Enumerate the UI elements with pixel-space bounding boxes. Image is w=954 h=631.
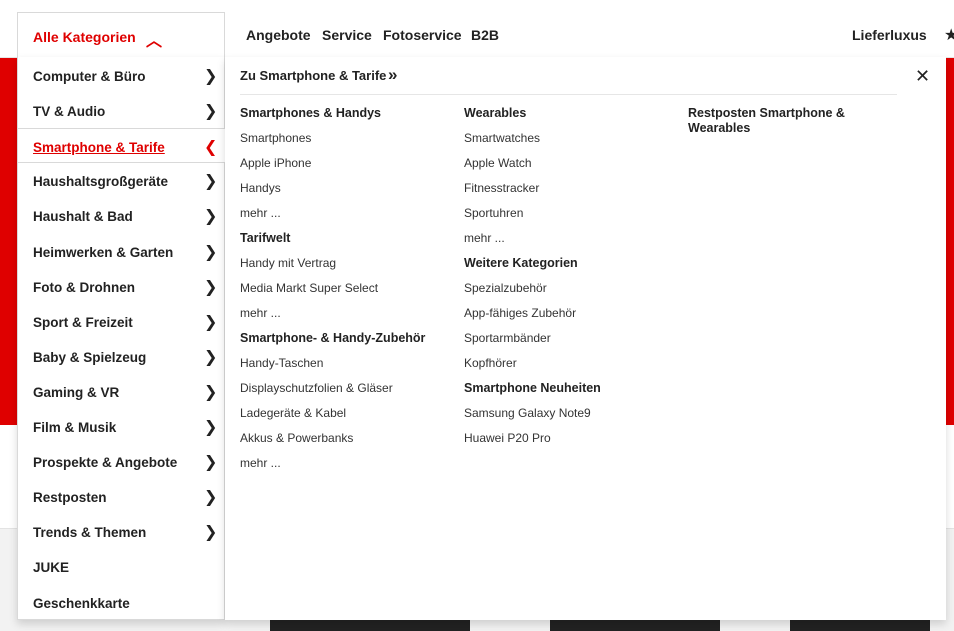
subcategory-link[interactable]: Smartwatches [464, 131, 679, 146]
category-group-title[interactable]: Smartphone- & Handy-Zubehör [240, 331, 455, 346]
subcategory-link[interactable]: Kopfhörer [464, 356, 679, 371]
nav-fotoservice[interactable]: Fotoservice [383, 27, 462, 43]
category-group-title[interactable]: Restposten Smartphone & Wearables [688, 106, 858, 136]
star-icon[interactable]: ★ [944, 25, 954, 45]
all-categories-button[interactable]: Alle Kategorien ︿ [17, 12, 225, 57]
more-link[interactable]: mehr ... [240, 206, 455, 221]
double-chevron-icon[interactable]: » [388, 65, 397, 85]
nav-service[interactable]: Service [322, 27, 372, 43]
sidebar-item-label: Heimwerken & Garten [33, 244, 174, 260]
sidebar-item-label: JUKE [33, 560, 70, 576]
sidebar-item-label: Trends & Themen [33, 525, 147, 541]
flyout-column: Wearables Smartwatches Apple Watch Fitnesst… [464, 106, 679, 456]
subcategory-link[interactable]: Sportarmbänder [464, 331, 679, 346]
sidebar-item-label: Foto & Drohnen [33, 279, 135, 295]
chevron-left-icon: ❮ [204, 139, 218, 157]
sidebar-item-label: Restposten [33, 490, 107, 506]
subcategory-link[interactable]: Media Markt Super Select [240, 281, 455, 296]
subcategory-link[interactable]: Handy mit Vertrag [240, 256, 455, 271]
chevron-right-icon: ❯ [204, 383, 218, 401]
sidebar-item-label: Film & Musik [33, 420, 117, 435]
sidebar-item-label: Geschenkkarte [33, 595, 130, 611]
nav-b2b[interactable]: B2B [471, 27, 499, 43]
subcategory-link[interactable]: Handys [240, 181, 455, 196]
subcategory-link[interactable]: Huawei P20 Pro [464, 431, 679, 446]
chevron-up-icon: ︿ [146, 33, 163, 50]
sidebar-item-label: Baby & Spielzeug [33, 349, 147, 365]
subcategory-link[interactable]: Smartphones [240, 131, 455, 146]
category-flyout-panel: Zu Smartphone & Tarife » ✕ Smartphones &… [225, 57, 946, 620]
category-group-title[interactable]: Tarifwelt [240, 231, 455, 246]
chevron-right-icon: ❯ [204, 173, 218, 191]
chevron-right-icon: ❯ [204, 489, 218, 507]
chevron-right-icon: ❯ [204, 278, 218, 296]
sidebar-item-label: Haushaltsgroßgeräte [33, 174, 169, 190]
flyout-column: Restposten Smartphone & Wearables [688, 106, 903, 146]
sidebar-item[interactable]: Film & Musik ❯ [18, 409, 225, 444]
sidebar-item[interactable]: Smartphone & Tarife ❮ [18, 128, 225, 164]
subcategory-link[interactable]: App-fähiges Zubehör [464, 306, 679, 321]
subcategory-link[interactable]: Handy-Taschen [240, 356, 455, 371]
category-group-title[interactable]: Smartphone Neuheiten [464, 381, 679, 396]
sidebar-item[interactable]: Haushalt & Bad ❯ [18, 198, 225, 233]
sidebar-item-label: Sport & Freizeit [33, 314, 133, 330]
sidebar-item[interactable]: Foto & Drohnen ❯ [18, 269, 225, 304]
sidebar-item[interactable]: Haushaltsgroßgeräte ❯ [18, 163, 225, 198]
more-link[interactable]: mehr ... [240, 306, 455, 321]
chevron-right-icon: ❯ [204, 348, 218, 366]
chevron-right-icon: ❯ [204, 243, 218, 261]
sidebar-item[interactable]: JUKE [18, 549, 225, 584]
chevron-right-icon: ❯ [204, 419, 218, 436]
sidebar-item-label: TV & Audio [33, 104, 106, 120]
flyout-column: Smartphones & Handys Smartphones Apple iPh… [240, 106, 455, 481]
close-icon[interactable]: ✕ [915, 66, 930, 87]
subcategory-link[interactable]: Apple iPhone [240, 156, 455, 171]
sidebar-item-label: Prospekte & Angebote [33, 455, 178, 471]
sidebar-item[interactable]: Baby & Spielzeug ❯ [18, 339, 225, 374]
sidebar-item-label: Gaming & VR [33, 384, 120, 400]
chevron-right-icon: ❯ [204, 208, 218, 226]
subcategory-link[interactable]: Displayschutzfolien & Gläser [240, 381, 455, 396]
more-link[interactable]: mehr ... [464, 231, 679, 246]
sidebar-item[interactable]: Computer & Büro ❯ [18, 58, 225, 93]
chevron-right-icon: ❯ [204, 68, 218, 85]
category-group-title[interactable]: Smartphones & Handys [240, 106, 455, 121]
subcategory-link[interactable]: Apple Watch [464, 156, 679, 171]
sidebar-item-label: Computer & Büro [33, 69, 146, 84]
more-link[interactable]: mehr ... [240, 456, 455, 471]
category-group-title[interactable]: Weitere Kategorien [464, 256, 679, 271]
sidebar-item[interactable]: TV & Audio ❯ [18, 93, 225, 128]
subcategory-link[interactable]: Spezialzubehör [464, 281, 679, 296]
nav-angebote[interactable]: Angebote [246, 27, 311, 43]
category-group-title[interactable]: Wearables [464, 106, 679, 121]
sidebar-item[interactable]: Prospekte & Angebote ❯ [18, 444, 225, 479]
panel-divider [240, 94, 897, 95]
sidebar-item[interactable]: Gaming & VR ❯ [18, 374, 225, 409]
category-sidebar: Computer & Büro ❯ TV & Audio ❯ Smartphone & … [17, 57, 225, 620]
top-navigation: Alle Kategorien ︿ Angebote Service Fotos… [0, 0, 954, 58]
subcategory-link[interactable]: Akkus & Powerbanks [240, 431, 455, 446]
chevron-right-icon: ❯ [204, 103, 218, 121]
all-categories-label: Alle Kategorien [33, 29, 136, 45]
subcategory-link[interactable]: Fitnesstracker [464, 181, 679, 196]
chevron-right-icon: ❯ [204, 524, 218, 542]
subcategory-link[interactable]: Ladegeräte & Kabel [240, 406, 455, 421]
panel-heading-link[interactable]: Zu Smartphone & Tarife [240, 68, 386, 83]
sidebar-item[interactable]: Restposten ❯ [18, 479, 225, 514]
nav-lieferluxus[interactable]: Lieferluxus [852, 27, 927, 43]
sidebar-item[interactable]: Trends & Themen ❯ [18, 514, 225, 549]
sidebar-item-label: Smartphone & Tarife [33, 140, 165, 156]
subcategory-link[interactable]: Samsung Galaxy Note9 [464, 406, 679, 421]
subcategory-link[interactable]: Sportuhren [464, 206, 679, 221]
sidebar-item[interactable]: Sport & Freizeit ❯ [18, 304, 225, 339]
chevron-right-icon: ❯ [204, 313, 218, 331]
sidebar-item-label: Haushalt & Bad [33, 209, 133, 225]
chevron-right-icon: ❯ [204, 454, 218, 472]
sidebar-item[interactable]: Heimwerken & Garten ❯ [18, 234, 225, 269]
sidebar-item[interactable]: Geschenkkarte [18, 585, 225, 620]
